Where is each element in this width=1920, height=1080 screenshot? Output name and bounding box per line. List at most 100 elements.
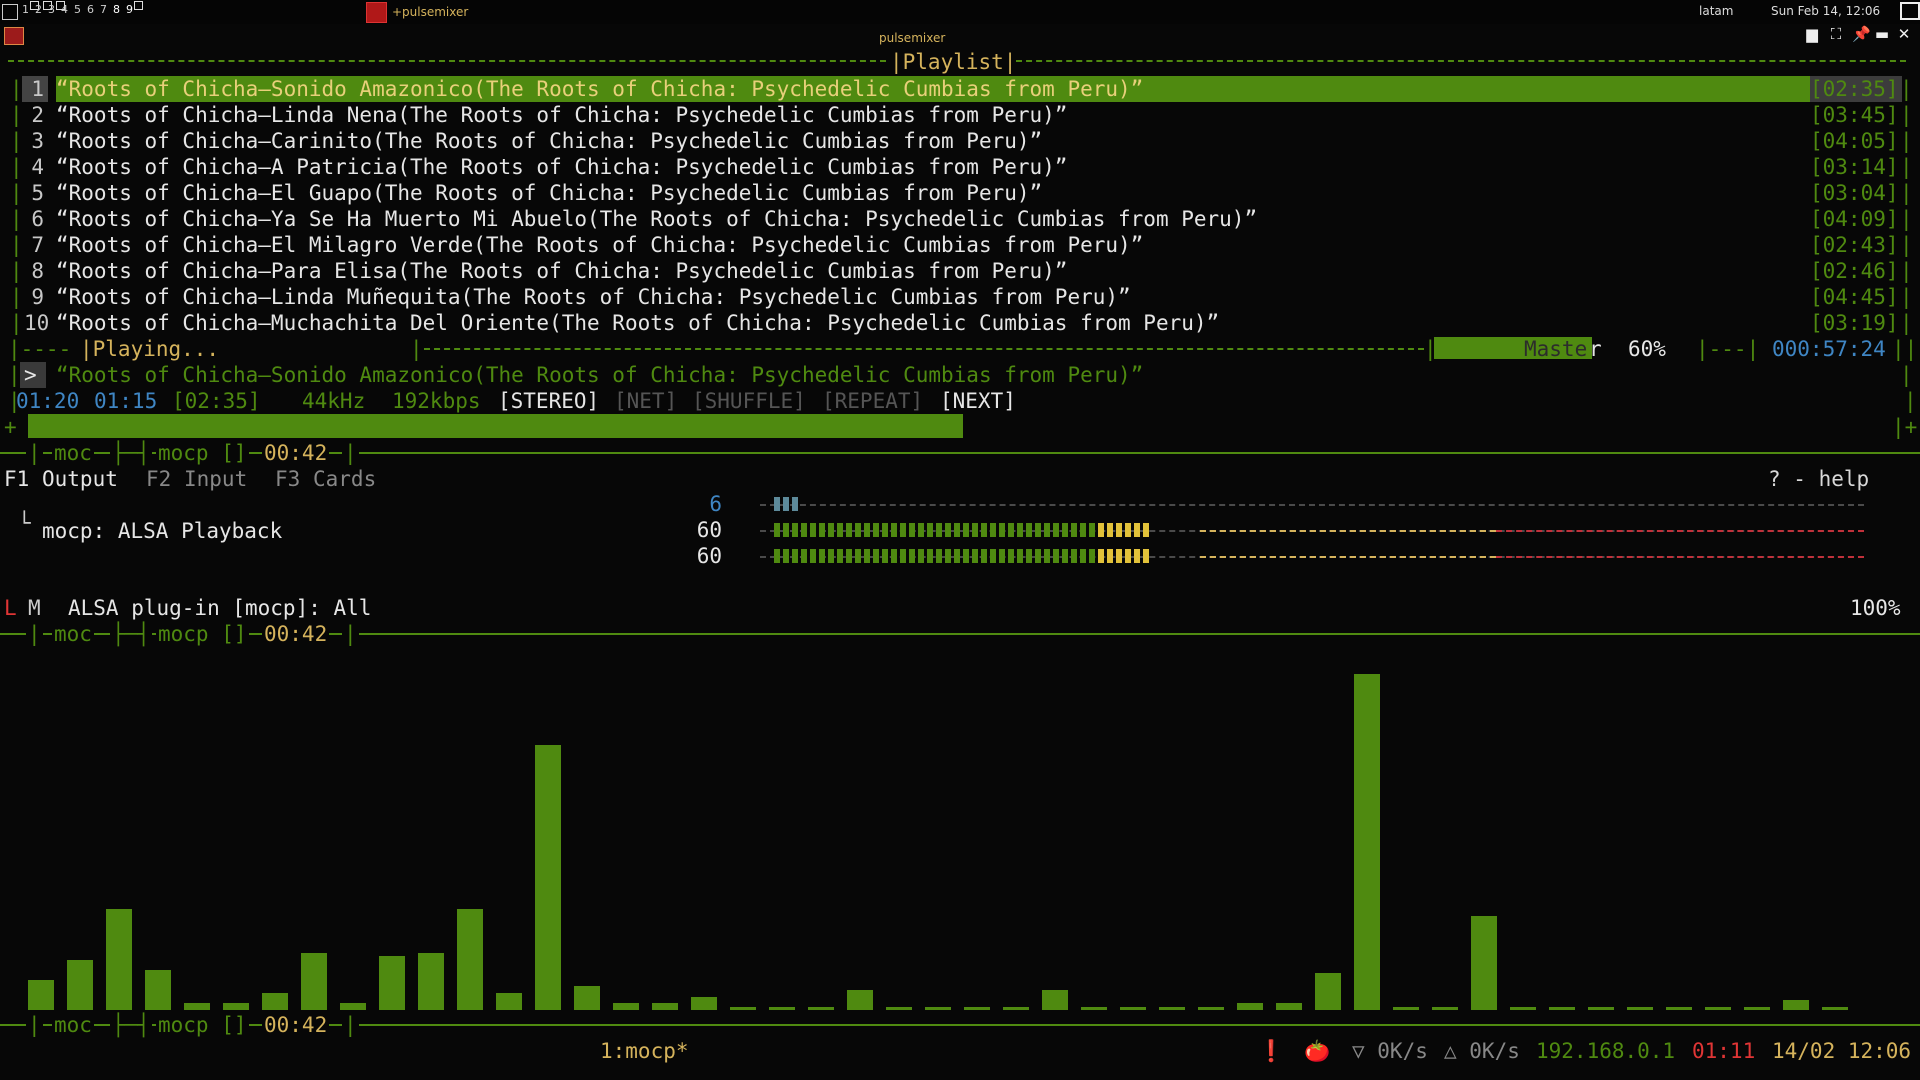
keyboard-layout[interactable]: latam [1699, 4, 1733, 18]
meter-segment [990, 523, 996, 537]
mixer-channel-label-tail: r [1589, 337, 1602, 361]
play-arrow-icon: > [24, 363, 37, 387]
spectrum-bar [535, 745, 561, 1010]
tab-output[interactable]: Output [42, 466, 118, 492]
tmux-window[interactable]: mocp [] [156, 440, 249, 466]
meter-segment [936, 523, 942, 537]
workspace-9[interactable]: 9 [126, 3, 133, 16]
workspace-3[interactable]: 3 [48, 3, 55, 16]
track-duration: [02:43] [1810, 233, 1899, 257]
shade-icon[interactable]: ▬ [1874, 26, 1890, 42]
device-name: ALSA plug-in [mocp]: All [68, 596, 372, 620]
meter-segment [837, 549, 843, 563]
close-icon[interactable]: ✕ [1896, 26, 1912, 42]
meter-segment [1089, 549, 1095, 563]
meter-segment [1089, 523, 1095, 537]
track-title: “Roots of Chicha—Muchachita Del Oriente(… [56, 311, 1220, 335]
meter-segment [990, 549, 996, 563]
meter-segment [792, 549, 798, 563]
meter-segment [999, 523, 1005, 537]
playlist-border-left [8, 60, 886, 62]
meter-segment [927, 523, 933, 537]
track-duration: [03:04] [1810, 181, 1899, 205]
workspace-5[interactable]: 5 [74, 3, 81, 16]
track-duration: [03:14] [1810, 155, 1899, 179]
meter-segment [963, 523, 969, 537]
playlist-item[interactable]: | 10 “Roots of Chicha—Muchachita Del Orien… [0, 310, 1920, 336]
playlist-item[interactable]: | 3 “Roots of Chicha—Carinito(The Roots of… [0, 128, 1920, 154]
tab-input[interactable]: Input [184, 466, 247, 492]
playlist-title: |Playlist| [890, 50, 1017, 74]
spectrum-bar [1354, 674, 1380, 1010]
now-playing-title: “Roots of Chicha—Sonido Amazonico(The Ro… [56, 363, 1144, 387]
meter-segment [981, 549, 987, 563]
meter-segment [909, 549, 915, 563]
playlist-item[interactable]: | 1 “Roots of Chicha—Sonido Amazonico(The … [0, 76, 1920, 102]
download-speed: ▽ 0K/s [1352, 1039, 1428, 1063]
meter-segment [1098, 549, 1104, 563]
window-app-icon[interactable] [4, 27, 24, 45]
meter-segment [828, 549, 834, 563]
playlist-item[interactable]: | 5 “Roots of Chicha—El Guapo(The Roots of… [0, 180, 1920, 206]
tab-cards[interactable]: Cards [313, 466, 376, 492]
playlist-item[interactable]: | 8 “Roots of Chicha—Para Elisa(The Roots … [0, 258, 1920, 284]
terminal-icon[interactable] [366, 2, 387, 23]
minimize-icon[interactable]: ▆ [1804, 26, 1820, 42]
progress-bar[interactable] [28, 414, 963, 438]
meter-segment [1107, 549, 1113, 563]
workspace-6[interactable]: 6 [87, 3, 94, 16]
spectrum-bar [67, 960, 93, 1010]
task-title[interactable]: +pulsemixer [392, 5, 468, 19]
spectrum-bar [847, 990, 873, 1010]
mute-flag[interactable]: M [28, 595, 41, 621]
tab-key-cards[interactable]: F3 [275, 466, 300, 492]
workspace-8[interactable]: 8 [113, 3, 120, 16]
device-row[interactable]: L M ALSA plug-in [mocp]: All 100% [0, 595, 1920, 621]
stream-name[interactable]: mocp: ALSA Playback [42, 518, 282, 544]
stereo-flag: [STEREO] [498, 389, 600, 413]
track-number: 8 [31, 259, 44, 283]
playlist-item[interactable]: | 2 “Roots of Chicha—Linda Nena(The Roots … [0, 102, 1920, 128]
meter-segment [1026, 549, 1032, 563]
tmux-window[interactable]: mocp [] [156, 1012, 249, 1038]
playlist-item[interactable]: | 7 “Roots of Chicha—El Milagro Verde(The … [0, 232, 1920, 258]
remaining-time: 01:15 [94, 389, 158, 413]
maximize-icon[interactable]: ⛶ [1828, 26, 1844, 42]
spectrum-bar [1120, 1007, 1146, 1010]
playlist-item[interactable]: | 4 “Roots of Chicha—A Patricia(The Roots … [0, 154, 1920, 180]
playlist-item[interactable]: | 6 “Roots of Chicha—Ya Se Ha Muerto Mi Ab… [0, 206, 1920, 232]
workspace-1[interactable]: 1 [22, 3, 29, 16]
meter-segment [1071, 549, 1077, 563]
track-number: 4 [31, 155, 44, 179]
spectrum-bar [418, 953, 444, 1010]
workspace-2[interactable]: 2 [35, 3, 42, 16]
tray-window-icon[interactable] [1900, 2, 1920, 20]
tmux-window[interactable]: mocp [] [156, 621, 249, 647]
lock-flag[interactable]: L [4, 595, 17, 621]
meter-segment [918, 523, 924, 537]
meter-segment [1053, 523, 1059, 537]
pin-icon[interactable]: 📌 [1852, 26, 1871, 42]
pomodoro-timer: 01:11 [1692, 1039, 1756, 1063]
workspace-4[interactable]: 4 [61, 3, 68, 16]
meter-segment [855, 523, 861, 537]
tmux-window-name[interactable]: 1:mocp* [600, 1038, 689, 1064]
repeat-flag[interactable]: [REPEAT] [822, 388, 923, 414]
menu-icon[interactable] [2, 4, 18, 20]
meter-segment [999, 549, 1005, 563]
spectrum-bar [1315, 973, 1341, 1010]
tmux-status-2: | moc ├─┤ mocp [] 00:42 | [0, 621, 1920, 647]
meter-track[interactable] [760, 504, 1864, 506]
spectrum-bar [808, 1007, 834, 1010]
workspace-7[interactable]: 7 [100, 3, 107, 16]
shuffle-flag[interactable]: [SHUFFLE] [692, 388, 806, 414]
meter-segment [792, 523, 798, 537]
playlist-item[interactable]: | 9 “Roots of Chicha—Linda Muñequita(The R… [0, 284, 1920, 310]
spectrum-bar [1666, 1007, 1692, 1010]
spectrum-bar [1276, 1003, 1302, 1010]
next-flag[interactable]: [NEXT] [940, 388, 1016, 414]
tab-key-output[interactable]: F1 [4, 466, 29, 492]
meter-segment [954, 523, 960, 537]
tab-key-input[interactable]: F2 [146, 466, 171, 492]
help-hint: ? - help [1768, 467, 1870, 491]
